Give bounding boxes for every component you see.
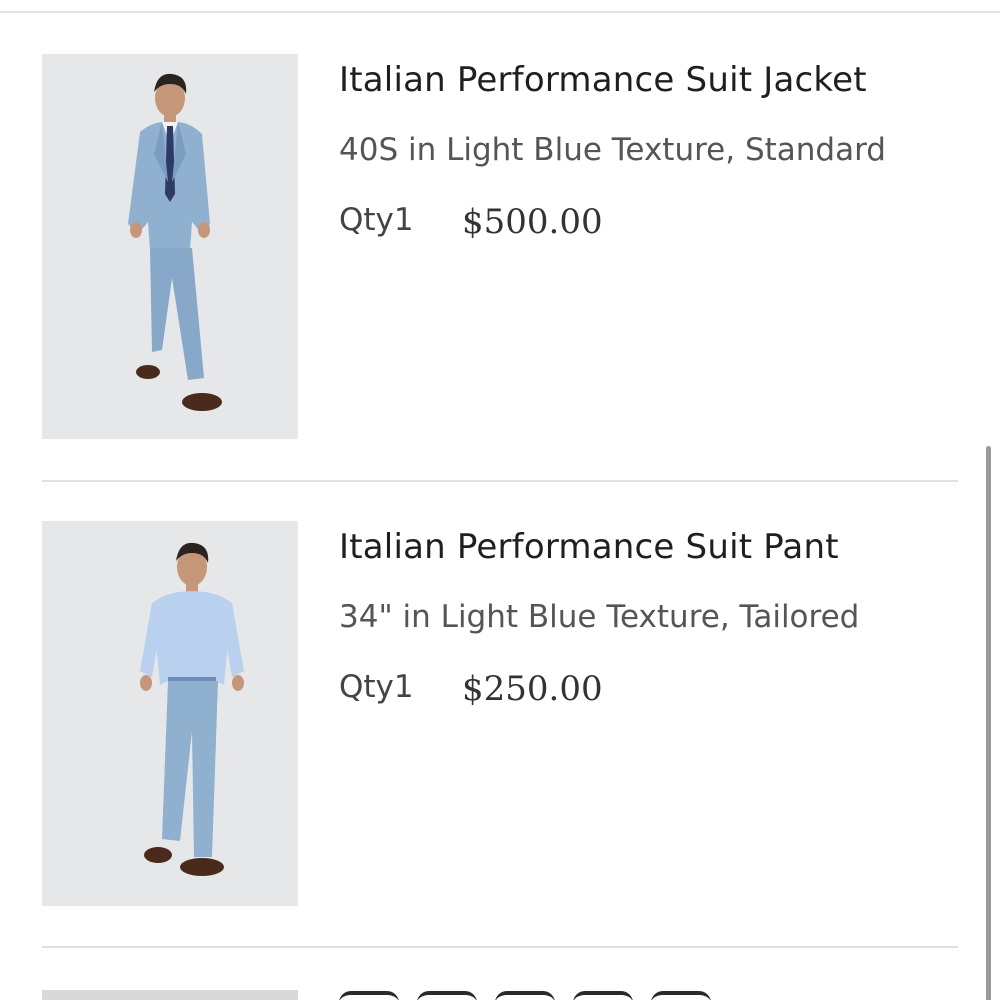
product-name-cutoff	[339, 988, 799, 1000]
suit-pant-photo-icon	[42, 521, 298, 906]
cart-item[interactable]: Italian Performance Suit Jacket 40S in L…	[42, 54, 958, 440]
scrollbar[interactable]	[986, 446, 991, 1000]
top-divider	[0, 11, 1000, 13]
product-name[interactable]: Italian Performance Suit Pant	[339, 527, 839, 567]
product-price: $500.00	[462, 202, 603, 242]
product-image[interactable]	[42, 521, 298, 906]
cart-item[interactable]: Italian Performance Suit Pant 34" in Lig…	[42, 521, 958, 907]
qty-value: 1	[393, 669, 414, 705]
quantity: Qty1	[339, 202, 414, 238]
suit-jacket-photo-icon	[42, 54, 298, 439]
qty-value: 1	[393, 202, 414, 238]
qty-label: Qty	[339, 202, 394, 238]
quantity: Qty1	[339, 669, 414, 705]
item-divider	[42, 946, 958, 948]
product-price: $250.00	[462, 669, 603, 709]
product-variant: 40S in Light Blue Texture, Standard	[339, 132, 886, 168]
item-divider	[42, 480, 958, 482]
product-image[interactable]	[42, 54, 298, 439]
qty-label: Qty	[339, 669, 394, 705]
product-name[interactable]: Italian Performance Suit Jacket	[339, 60, 867, 100]
cart-page: Italian Performance Suit Jacket 40S in L…	[0, 0, 1000, 1000]
product-image[interactable]	[42, 990, 298, 1000]
product-variant: 34" in Light Blue Texture, Tailored	[339, 599, 860, 635]
